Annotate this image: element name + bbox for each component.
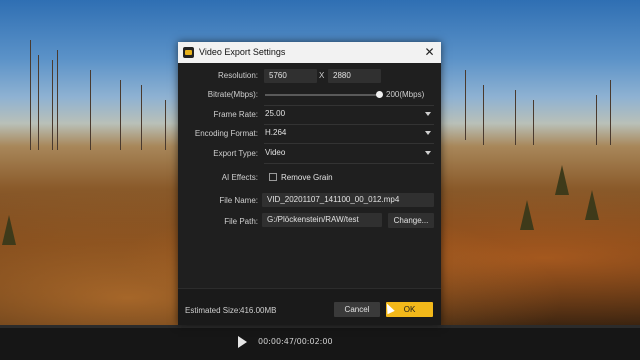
dialog-titlebar: Video Export Settings ✕ (178, 42, 441, 63)
play-icon[interactable] (238, 336, 248, 348)
file-path-label: File Path: (224, 217, 258, 226)
tree-trunk (483, 85, 484, 145)
bitrate-value: 200(Mbps) (386, 90, 425, 99)
tree-trunk (30, 40, 31, 150)
frame-rate-select[interactable]: 25.00 (261, 107, 434, 121)
tree-trunk (465, 70, 466, 140)
chevron-down-icon (425, 112, 431, 116)
tree-trunk (120, 80, 121, 150)
player-controls: 00:00:47/00:02:00 (0, 325, 640, 360)
tree-trunk (610, 80, 611, 145)
divider (264, 124, 434, 125)
progress-bar[interactable] (0, 325, 640, 328)
change-path-button[interactable]: Change... (388, 213, 434, 228)
encoding-format-select[interactable]: H.264 (261, 126, 434, 140)
remove-grain-label: Remove Grain (281, 173, 333, 182)
dialog-footer: Estimated Size: 416.00MB Cancel OK (178, 288, 441, 325)
resolution-width-input[interactable]: 5760 (264, 69, 317, 83)
export-type-value: Video (265, 148, 286, 157)
app-logo-icon (183, 47, 194, 58)
tree-trunk (90, 70, 91, 150)
file-path-input[interactable]: G:/Plöckenstein/RAW/test (262, 213, 382, 227)
tree-trunk (515, 90, 516, 145)
estimated-size-value: 416.00MB (240, 306, 277, 315)
tree-trunk (165, 100, 166, 150)
export-type-select[interactable]: Video (261, 146, 434, 160)
divider (264, 163, 434, 164)
divider (264, 143, 434, 144)
pine-tree (520, 200, 534, 230)
chevron-down-icon (425, 151, 431, 155)
bitrate-label: Bitrate(Mbps): (207, 90, 258, 99)
tree-trunk (533, 100, 534, 145)
cancel-button[interactable]: Cancel (334, 302, 380, 317)
frame-rate-value: 25.00 (265, 109, 286, 118)
encoding-format-value: H.264 (265, 128, 287, 137)
pine-tree (585, 190, 599, 220)
resolution-separator: X (319, 71, 325, 80)
close-icon[interactable]: ✕ (422, 45, 437, 60)
encoding-format-label: Encoding Format: (194, 129, 258, 138)
pine-tree (555, 165, 569, 195)
tree-trunk (52, 60, 53, 150)
file-name-input[interactable]: VID_20201107_141100_00_012.mp4 (262, 193, 434, 207)
chevron-down-icon (425, 131, 431, 135)
remove-grain-checkbox[interactable] (269, 173, 277, 181)
timecode: 00:00:47/00:02:00 (258, 337, 333, 346)
ai-effects-label: AI Effects: (221, 173, 258, 182)
export-type-label: Export Type: (213, 149, 258, 158)
file-name-label: File Name: (219, 196, 258, 205)
bitrate-slider-handle[interactable] (376, 91, 383, 98)
resolution-label: Resolution: (217, 71, 258, 80)
tree-trunk (596, 95, 597, 145)
estimated-size-label: Estimated Size: (185, 306, 241, 315)
dialog-title: Video Export Settings (199, 47, 286, 57)
pine-tree (2, 215, 16, 245)
tree-trunk (141, 85, 142, 150)
resolution-height-input[interactable]: 2880 (328, 69, 381, 83)
frame-rate-label: Frame Rate: (213, 110, 258, 119)
tree-trunk (57, 50, 58, 150)
divider (264, 105, 434, 106)
export-settings-dialog: Video Export Settings ✕ Resolution: 5760… (178, 42, 441, 325)
bitrate-slider-track[interactable] (265, 94, 380, 96)
tree-trunk (38, 55, 39, 150)
